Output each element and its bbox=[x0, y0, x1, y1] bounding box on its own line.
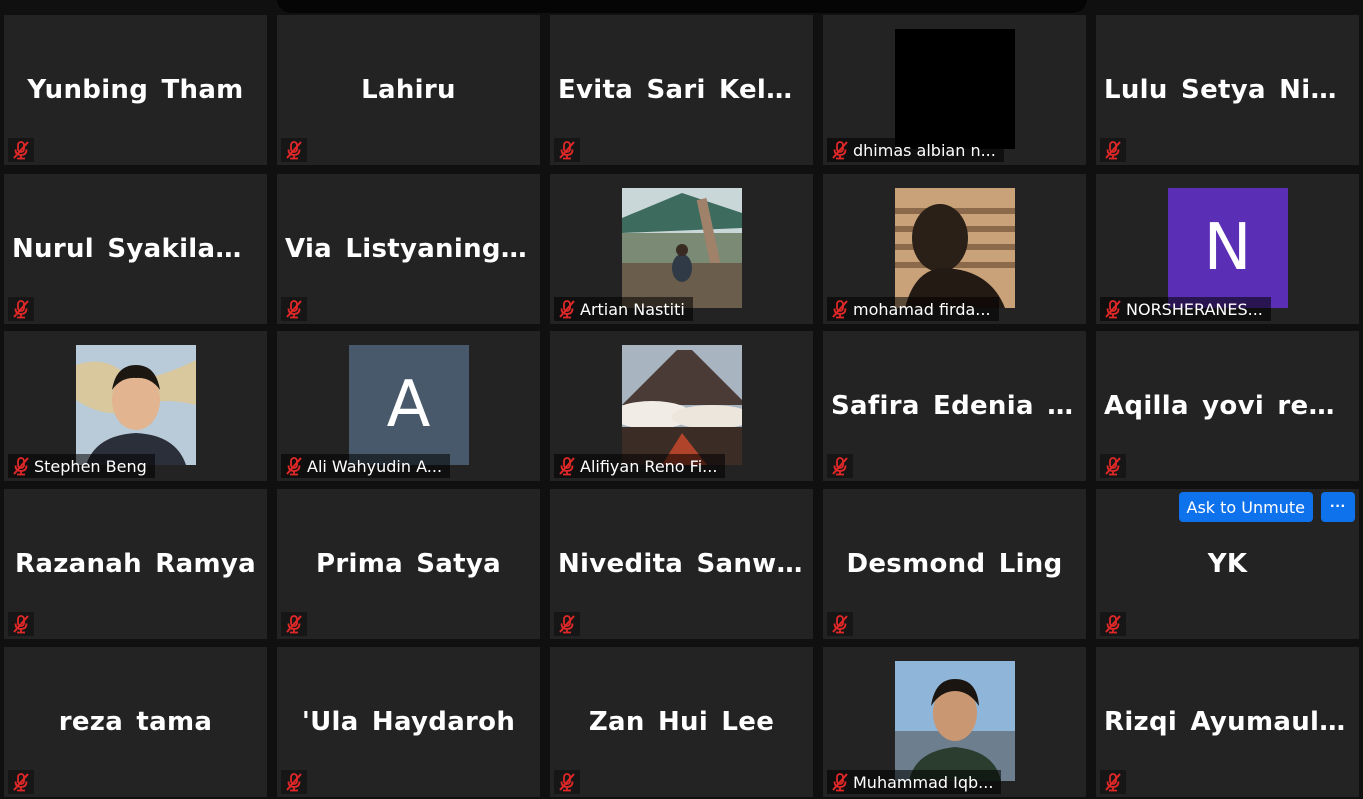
participant-name-label: dhimas albian n... bbox=[827, 138, 1004, 162]
muted-microphone-icon bbox=[8, 454, 34, 478]
participant-name: Rizqi Ayumauli... bbox=[1104, 707, 1359, 737]
participant-tile[interactable]: dhimas albian n... bbox=[823, 15, 1086, 165]
muted-microphone-icon bbox=[554, 454, 580, 478]
muted-microphone-icon bbox=[281, 454, 307, 478]
participant-name: NORSHERANES... bbox=[1126, 299, 1263, 319]
muted-microphone-icon bbox=[827, 770, 853, 794]
muted-microphone-icon bbox=[281, 138, 307, 162]
participant-tile[interactable]: Alifiyan Reno Fi... bbox=[550, 331, 813, 481]
avatar: A bbox=[348, 345, 469, 465]
participant-tile[interactable]: Artian Nastiti bbox=[550, 174, 813, 324]
participant-tile[interactable]: Zan Hui Lee bbox=[550, 647, 813, 797]
participant-name: Safira Edenia Sa... bbox=[831, 391, 1086, 421]
participant-tile[interactable]: Nivedita Sanwl... bbox=[550, 489, 813, 639]
participant-name: Nivedita Sanwl... bbox=[558, 549, 813, 579]
participant-name: Zan Hui Lee bbox=[588, 707, 775, 737]
participant-name: Stephen Beng bbox=[34, 456, 147, 476]
participant-video bbox=[75, 345, 196, 465]
muted-microphone-icon bbox=[8, 297, 34, 321]
participant-name: Via Listyaningr... bbox=[285, 234, 540, 264]
participant-tile[interactable]: YK Ask to Unmute ··· bbox=[1096, 489, 1359, 639]
muted-microphone-icon bbox=[8, 138, 34, 162]
ask-to-unmute-button[interactable]: Ask to Unmute bbox=[1178, 492, 1313, 522]
participant-name: Razanah Ramya bbox=[15, 549, 256, 579]
participant-tile[interactable]: 'Ula Haydaroh bbox=[277, 647, 540, 797]
muted-microphone-icon bbox=[554, 297, 580, 321]
muted-microphone-icon bbox=[827, 454, 853, 478]
participant-tile[interactable]: reza tama bbox=[4, 647, 267, 797]
participant-video bbox=[894, 188, 1015, 308]
participant-name-label: Ali Wahyudin A... bbox=[281, 454, 451, 478]
avatar: N bbox=[1167, 188, 1288, 308]
muted-microphone-icon bbox=[8, 612, 34, 636]
participant-name: Desmond Ling bbox=[846, 549, 1063, 579]
participant-name: YK bbox=[1207, 549, 1248, 579]
participant-name: Nurul Syakilah... bbox=[12, 234, 265, 264]
muted-microphone-icon bbox=[8, 770, 34, 794]
participant-name: Ali Wahyudin A... bbox=[307, 456, 443, 476]
more-options-button[interactable]: ··· bbox=[1321, 492, 1355, 522]
participant-video bbox=[894, 661, 1015, 781]
participant-tile[interactable]: Muhammad Iqb... bbox=[823, 647, 1086, 797]
participant-video bbox=[621, 188, 742, 308]
muted-microphone-icon bbox=[1100, 612, 1126, 636]
participant-video bbox=[621, 345, 742, 465]
participant-name: Artian Nastiti bbox=[580, 299, 685, 319]
muted-microphone-icon bbox=[1100, 770, 1126, 794]
participant-tile[interactable]: A Ali Wahyudin A... bbox=[277, 331, 540, 481]
participant-name-label: Alifiyan Reno Fi... bbox=[554, 454, 726, 478]
participant-tile[interactable]: Razanah Ramya bbox=[4, 489, 267, 639]
participant-video bbox=[894, 29, 1015, 149]
muted-microphone-icon bbox=[554, 770, 580, 794]
participant-tile[interactable]: Desmond Ling bbox=[823, 489, 1086, 639]
participant-name: dhimas albian n... bbox=[853, 140, 996, 160]
participant-tile[interactable]: Safira Edenia Sa... bbox=[823, 331, 1086, 481]
participant-name: mohamad firda... bbox=[853, 299, 991, 319]
participant-name: 'Ula Haydaroh bbox=[301, 707, 516, 737]
participant-tile[interactable]: Stephen Beng bbox=[4, 331, 267, 481]
avatar-initial: A bbox=[386, 368, 431, 442]
participant-name: Lulu Setya Ning... bbox=[1104, 75, 1359, 105]
participant-name: Prima Satya bbox=[316, 549, 501, 579]
muted-microphone-icon bbox=[554, 612, 580, 636]
participant-gallery: Yunbing Tham Lahiru Evita Sari Kelan... dhi… bbox=[0, 0, 1363, 799]
muted-microphone-icon bbox=[281, 770, 307, 794]
participant-name: Evita Sari Kelan... bbox=[558, 75, 813, 105]
participant-tile[interactable]: Evita Sari Kelan... bbox=[550, 15, 813, 165]
participant-name: Lahiru bbox=[361, 75, 456, 105]
muted-microphone-icon bbox=[1100, 297, 1126, 321]
participant-tile[interactable]: mohamad firda... bbox=[823, 174, 1086, 324]
participant-tile[interactable]: Nurul Syakilah... bbox=[4, 174, 267, 324]
participant-tile[interactable]: Lulu Setya Ning... bbox=[1096, 15, 1359, 165]
muted-microphone-icon bbox=[281, 297, 307, 321]
participant-name: Alifiyan Reno Fi... bbox=[580, 456, 718, 476]
participant-tile[interactable]: Aqilla yovi rena... bbox=[1096, 331, 1359, 481]
muted-microphone-icon bbox=[554, 138, 580, 162]
muted-microphone-icon bbox=[281, 612, 307, 636]
participant-tile[interactable]: Rizqi Ayumauli... bbox=[1096, 647, 1359, 797]
participant-tile[interactable]: Yunbing Tham bbox=[4, 15, 267, 165]
participant-name-label: NORSHERANES... bbox=[1100, 297, 1271, 321]
participant-tile[interactable]: Lahiru bbox=[277, 15, 540, 165]
participant-tile[interactable]: Prima Satya bbox=[277, 489, 540, 639]
muted-microphone-icon bbox=[827, 612, 853, 636]
participant-name: Aqilla yovi rena... bbox=[1104, 391, 1359, 421]
participant-tile[interactable]: Via Listyaningr... bbox=[277, 174, 540, 324]
participant-tile[interactable]: N NORSHERANES... bbox=[1096, 174, 1359, 324]
participant-name-label: mohamad firda... bbox=[827, 297, 999, 321]
participant-name: Muhammad Iqb... bbox=[853, 772, 994, 792]
participant-name-label: Muhammad Iqb... bbox=[827, 770, 1002, 794]
participant-name: reza tama bbox=[58, 707, 213, 737]
muted-microphone-icon bbox=[1100, 454, 1126, 478]
participant-name: Yunbing Tham bbox=[27, 75, 244, 105]
avatar-initial: N bbox=[1203, 211, 1252, 285]
muted-microphone-icon bbox=[827, 138, 853, 162]
participant-name-label: Artian Nastiti bbox=[554, 297, 693, 321]
muted-microphone-icon bbox=[1100, 138, 1126, 162]
participant-name-label: Stephen Beng bbox=[8, 454, 155, 478]
muted-microphone-icon bbox=[827, 297, 853, 321]
